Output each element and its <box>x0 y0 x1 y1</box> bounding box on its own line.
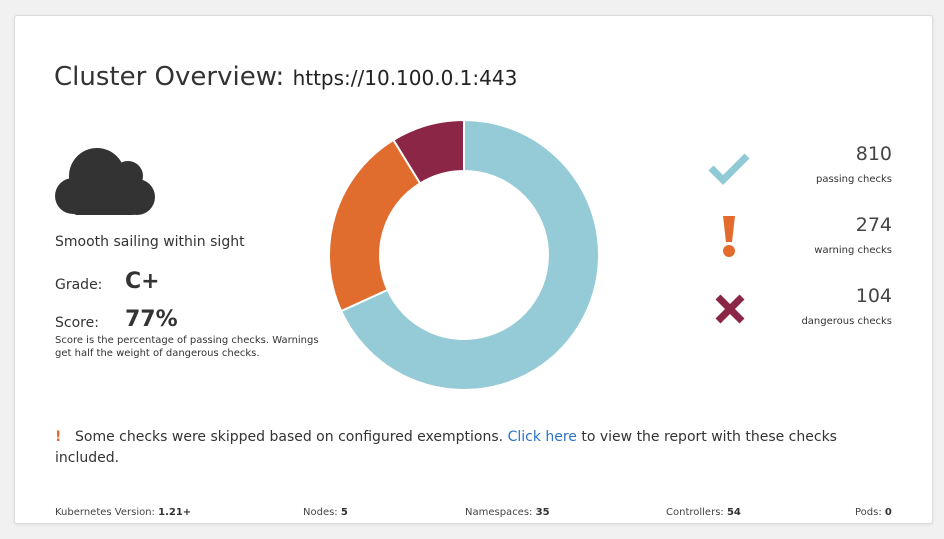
controllers-count: Controllers: 54 <box>666 507 741 518</box>
nodes-label: Nodes: <box>303 507 341 518</box>
page-title: Cluster Overview: https://10.100.0.1:443 <box>54 62 517 92</box>
dangerous-checks-count: 104 <box>855 285 892 307</box>
namespaces-value: 35 <box>535 507 550 518</box>
nodes-value: 5 <box>340 507 348 518</box>
controllers-label: Controllers: <box>666 507 727 518</box>
kubernetes-version-label: Kubernetes Version: <box>55 507 159 518</box>
nodes-count: Nodes: 5 <box>303 507 348 518</box>
dangerous-checks-label: dangerous checks <box>801 316 892 327</box>
kubernetes-version: Kubernetes Version: 1.21+ <box>55 507 191 518</box>
pods-label: Pods: <box>855 507 885 518</box>
exclamation-icon: ! <box>55 429 62 445</box>
grade-value: C+ <box>125 269 160 294</box>
pods-count: Pods: 0 <box>855 507 892 518</box>
cloud-icon <box>55 148 155 215</box>
namespaces-label: Namespaces: <box>465 507 536 518</box>
passing-checks-count: 810 <box>855 143 892 165</box>
exemptions-notice-text: Some checks were skipped based on config… <box>75 429 508 445</box>
warning-checks-count: 274 <box>855 214 892 236</box>
score-description: Score is the percentage of passing check… <box>55 335 319 359</box>
cluster-url: https://10.100.0.1:443 <box>292 66 518 90</box>
namespaces-count: Namespaces: 35 <box>465 507 550 518</box>
donut-slice-warning-checks <box>329 138 422 313</box>
score-value: 77% <box>125 307 178 332</box>
warning-checks-label: warning checks <box>814 245 892 256</box>
score-label: Score: <box>55 315 99 331</box>
passing-checks-label: passing checks <box>815 174 892 185</box>
controllers-value: 54 <box>726 507 741 518</box>
view-report-link[interactable]: Click here <box>508 429 577 445</box>
kubernetes-version-value: 1.21+ <box>158 507 192 518</box>
pods-value: 0 <box>884 507 892 518</box>
cluster-overview-card: Cluster Overview: https://10.100.0.1:443… <box>14 15 933 524</box>
page-title-label: Cluster Overview: <box>54 62 285 92</box>
exclamation-icon <box>723 216 735 257</box>
x-mark-icon <box>715 294 745 324</box>
weather-status-text: Smooth sailing within sight <box>55 234 245 250</box>
exemptions-notice: ! Some checks were skipped based on confi… <box>55 427 905 469</box>
checks-donut-chart <box>329 120 599 390</box>
checkmark-icon <box>708 153 750 185</box>
grade-label: Grade: <box>55 277 103 293</box>
